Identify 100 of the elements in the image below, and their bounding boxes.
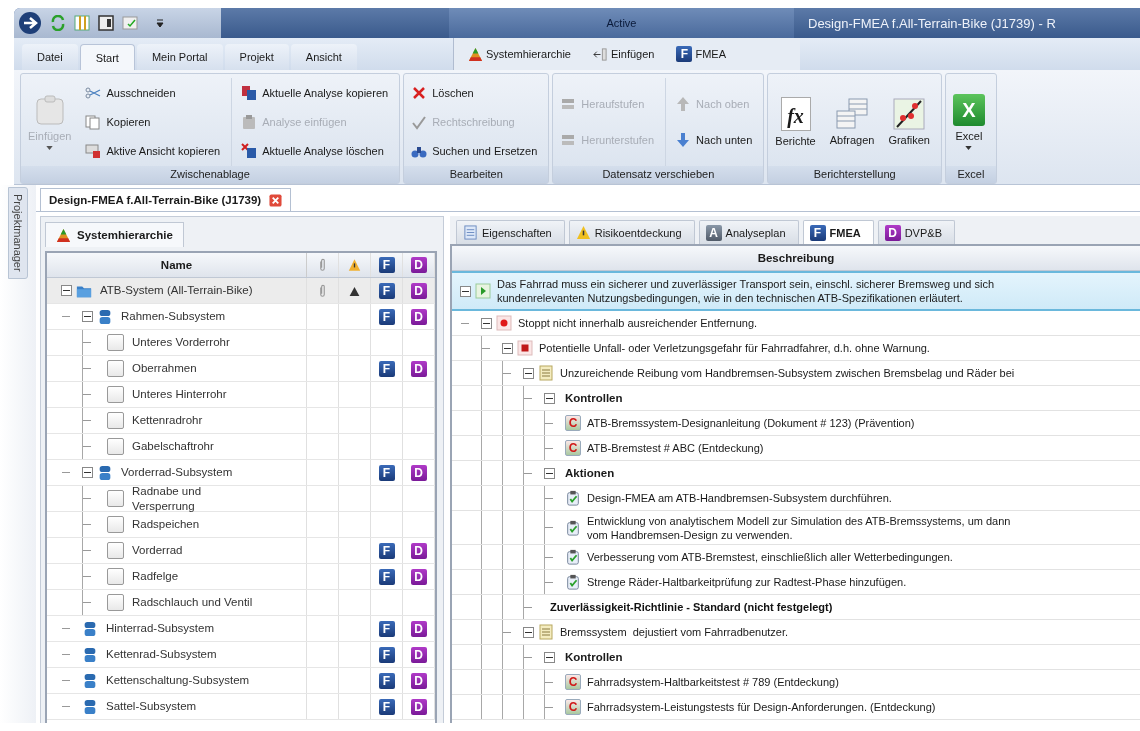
- dvp-icon[interactable]: D: [410, 672, 427, 689]
- collapse-toggle[interactable]: [544, 467, 555, 479]
- tree-row[interactable]: C ATB-Bremstest # ABC (Entdeckung): [452, 436, 1140, 461]
- tree-row[interactable]: Bremssystem dejustiert vom Fahrradbenutzer.: [452, 620, 1140, 645]
- tree-row[interactable]: Stoppt nicht innerhalb ausreichender Entfernung.: [452, 311, 1140, 336]
- column-header[interactable]: Beschreibung: [757, 252, 835, 264]
- tree-row[interactable]: C Fahrradsystem-Leistungstests für Design-Anforderungen. (Entdeckung): [452, 695, 1140, 720]
- fmea-icon[interactable]: F: [378, 308, 395, 325]
- tree-row[interactable]: Rahmen-Subsystem F D: [47, 304, 435, 330]
- ribbon-tab[interactable]: Einfügen: [585, 43, 663, 65]
- tree-row[interactable]: Kettenradrohr: [47, 408, 435, 434]
- dvp-icon[interactable]: D: [410, 698, 427, 715]
- checklist-icon[interactable]: [122, 15, 138, 31]
- ribbon-tab[interactable]: Start: [79, 44, 135, 70]
- collapse-toggle[interactable]: [481, 317, 492, 329]
- dvp-icon[interactable]: D: [410, 568, 427, 585]
- tree-row[interactable]: Radspeichen: [47, 512, 435, 538]
- ribbon-button[interactable]: Grafiken: [885, 96, 933, 148]
- view-tab[interactable]: D DVP&B: [877, 220, 955, 244]
- tree-row[interactable]: Kettenrad-Subsystem F D: [47, 642, 435, 668]
- collapse-toggle[interactable]: [523, 626, 534, 638]
- fmea-icon[interactable]: F: [378, 360, 395, 377]
- tree-row[interactable]: Entwicklung von analytischem Modell zur Simulation des ATB-Bremssystems, um dann vom Handbremsen-Design zu verwenden.: [452, 511, 1140, 545]
- tree-row[interactable]: Hinterrad-Subsystem F D: [47, 616, 435, 642]
- window-icon[interactable]: [98, 15, 114, 31]
- fmea-icon[interactable]: F: [378, 672, 395, 689]
- fmea-icon[interactable]: F: [378, 282, 395, 299]
- tree-row[interactable]: Strenge Räder-Haltbarkeitprüfung zur Radtest-Phase hinzufügen.: [452, 570, 1140, 595]
- dvp-icon[interactable]: D: [410, 620, 427, 637]
- ribbon-button[interactable]: Ausschneiden: [82, 82, 224, 103]
- dvp-icon[interactable]: D: [410, 282, 427, 299]
- column-header[interactable]: F: [371, 253, 403, 277]
- ribbon-button[interactable]: Aktuelle Analyse löschen: [238, 141, 392, 162]
- ribbon-button[interactable]: Löschen: [408, 82, 541, 103]
- tree-row[interactable]: ATB-System (All-Terrain-Bike) F D: [47, 278, 435, 304]
- tree-row[interactable]: Aktionen: [452, 461, 1140, 486]
- fmea-icon[interactable]: F: [378, 542, 395, 559]
- tree-row[interactable]: Oberrahmen F D: [47, 356, 435, 382]
- fmea-icon[interactable]: F: [378, 620, 395, 637]
- tree-row[interactable]: Verbesserung vom ATB-Bremstest, einschließlich aller Wetterbedingungen.: [452, 545, 1140, 570]
- ribbon-tab[interactable]: Projekt: [224, 44, 289, 70]
- tree-row[interactable]: Potentielle Unfall- oder Verletzungsgefahr für Fahrradfahrer, d.h. ohne Warnung.: [452, 336, 1140, 361]
- ribbon-tab[interactable]: Mein Portal: [136, 44, 223, 70]
- collapse-toggle[interactable]: [82, 311, 93, 322]
- tree-row[interactable]: Design-FMEA am ATB-Handbremsen-Subsystem durchführen.: [452, 486, 1140, 511]
- tree-row[interactable]: C Fahrradsystem-Haltbarkeitstest # 789 (Entdeckung): [452, 670, 1140, 695]
- tree-row[interactable]: Zuverlässigkeit-Richtlinie - Standard (nicht festgelegt): [452, 595, 1140, 620]
- tree-row[interactable]: Vorderrad-Subsystem F D: [47, 460, 435, 486]
- tree-row[interactable]: Radnabe und Versperrung: [47, 486, 435, 512]
- column-header[interactable]: D: [403, 253, 435, 277]
- document-tab[interactable]: Design-FMEA f.All-Terrain-Bike (J1739): [40, 188, 292, 211]
- collapse-toggle[interactable]: [544, 651, 555, 663]
- ribbon-tab[interactable]: F FMEA: [668, 43, 734, 65]
- tree-row[interactable]: Vorderrad F D: [47, 538, 435, 564]
- ribbon-button[interactable]: Suchen und Ersetzen: [408, 141, 541, 162]
- collapse-toggle[interactable]: [61, 285, 72, 296]
- dvp-icon[interactable]: D: [410, 464, 427, 481]
- ribbon-button[interactable]: Nach unten: [672, 130, 756, 150]
- ribbon-button[interactable]: Abfragen: [826, 96, 878, 148]
- view-tab[interactable]: A Analyseplan: [698, 220, 799, 244]
- tree-row[interactable]: Radschlauch und Ventil: [47, 590, 435, 616]
- view-tab[interactable]: F FMEA: [802, 220, 874, 244]
- collapse-toggle[interactable]: [502, 342, 513, 354]
- side-tab[interactable]: Projektmanager: [8, 187, 28, 279]
- tree-row[interactable]: Kontrollen: [452, 645, 1140, 670]
- ribbon-button[interactable]: Kopieren: [82, 112, 224, 132]
- view-tab[interactable]: Eigenschaften: [456, 220, 565, 244]
- ribbon-button[interactable]: fx Berichte: [772, 95, 819, 149]
- ribbon-tab[interactable]: Systemhierarchie: [460, 43, 579, 65]
- ribbon-tab[interactable]: Ansicht: [290, 44, 357, 70]
- dvp-icon[interactable]: D: [410, 308, 427, 325]
- collapse-toggle[interactable]: [82, 467, 93, 478]
- collapse-toggle[interactable]: [523, 367, 534, 379]
- ribbon-button[interactable]: Aktuelle Analyse kopieren: [238, 82, 392, 103]
- ribbon-button[interactable]: Aktive Ansicht kopieren: [82, 141, 224, 162]
- column-header[interactable]: Name: [47, 253, 307, 277]
- fmea-icon[interactable]: F: [378, 568, 395, 585]
- dvp-icon[interactable]: D: [410, 360, 427, 377]
- dvp-icon[interactable]: D: [410, 542, 427, 559]
- collapse-toggle[interactable]: [460, 285, 471, 297]
- fmea-icon[interactable]: F: [378, 464, 395, 481]
- view-tab[interactable]: Risikoentdeckung: [568, 220, 695, 244]
- ribbon-button[interactable]: X Excel: [949, 92, 988, 152]
- collapse-toggle[interactable]: [544, 392, 555, 404]
- tree-row[interactable]: Gabelschaftrohr: [47, 434, 435, 460]
- tree-row[interactable]: Kontrollen: [452, 386, 1140, 411]
- tree-row[interactable]: Unteres Vorderrohr: [47, 330, 435, 356]
- tree-row[interactable]: Unzureichende Reibung vom Handbremsen-Subsystem zwischen Bremsbelag und Räder bei: [452, 361, 1140, 386]
- tree-row[interactable]: Sattel-Subsystem F D: [47, 694, 435, 720]
- close-icon[interactable]: [269, 193, 283, 207]
- ribbon-tab[interactable]: Datei: [22, 44, 78, 70]
- tree-row[interactable]: Das Fahrrad muss ein sicherer und zuverlässiger Transport sein, einschl. sicherer Bremsweg und sich kundenrelevanten Nutzungsbedingungen, wie in den technischen ATB-Spezifikationen erläutert.: [452, 271, 1140, 311]
- dvp-icon[interactable]: D: [410, 646, 427, 663]
- fmea-icon[interactable]: F: [378, 646, 395, 663]
- tree-row[interactable]: Radfelge F D: [47, 564, 435, 590]
- fmea-icon[interactable]: F: [378, 698, 395, 715]
- tree-row[interactable]: Unteres Hinterrohr: [47, 382, 435, 408]
- hierarchy-tab[interactable]: Systemhierarchie: [45, 222, 184, 247]
- tree-row[interactable]: C ATB-Bremssystem-Designanleitung (Dokument # 123) (Prävention): [452, 411, 1140, 436]
- app-logo-icon[interactable]: [18, 11, 42, 35]
